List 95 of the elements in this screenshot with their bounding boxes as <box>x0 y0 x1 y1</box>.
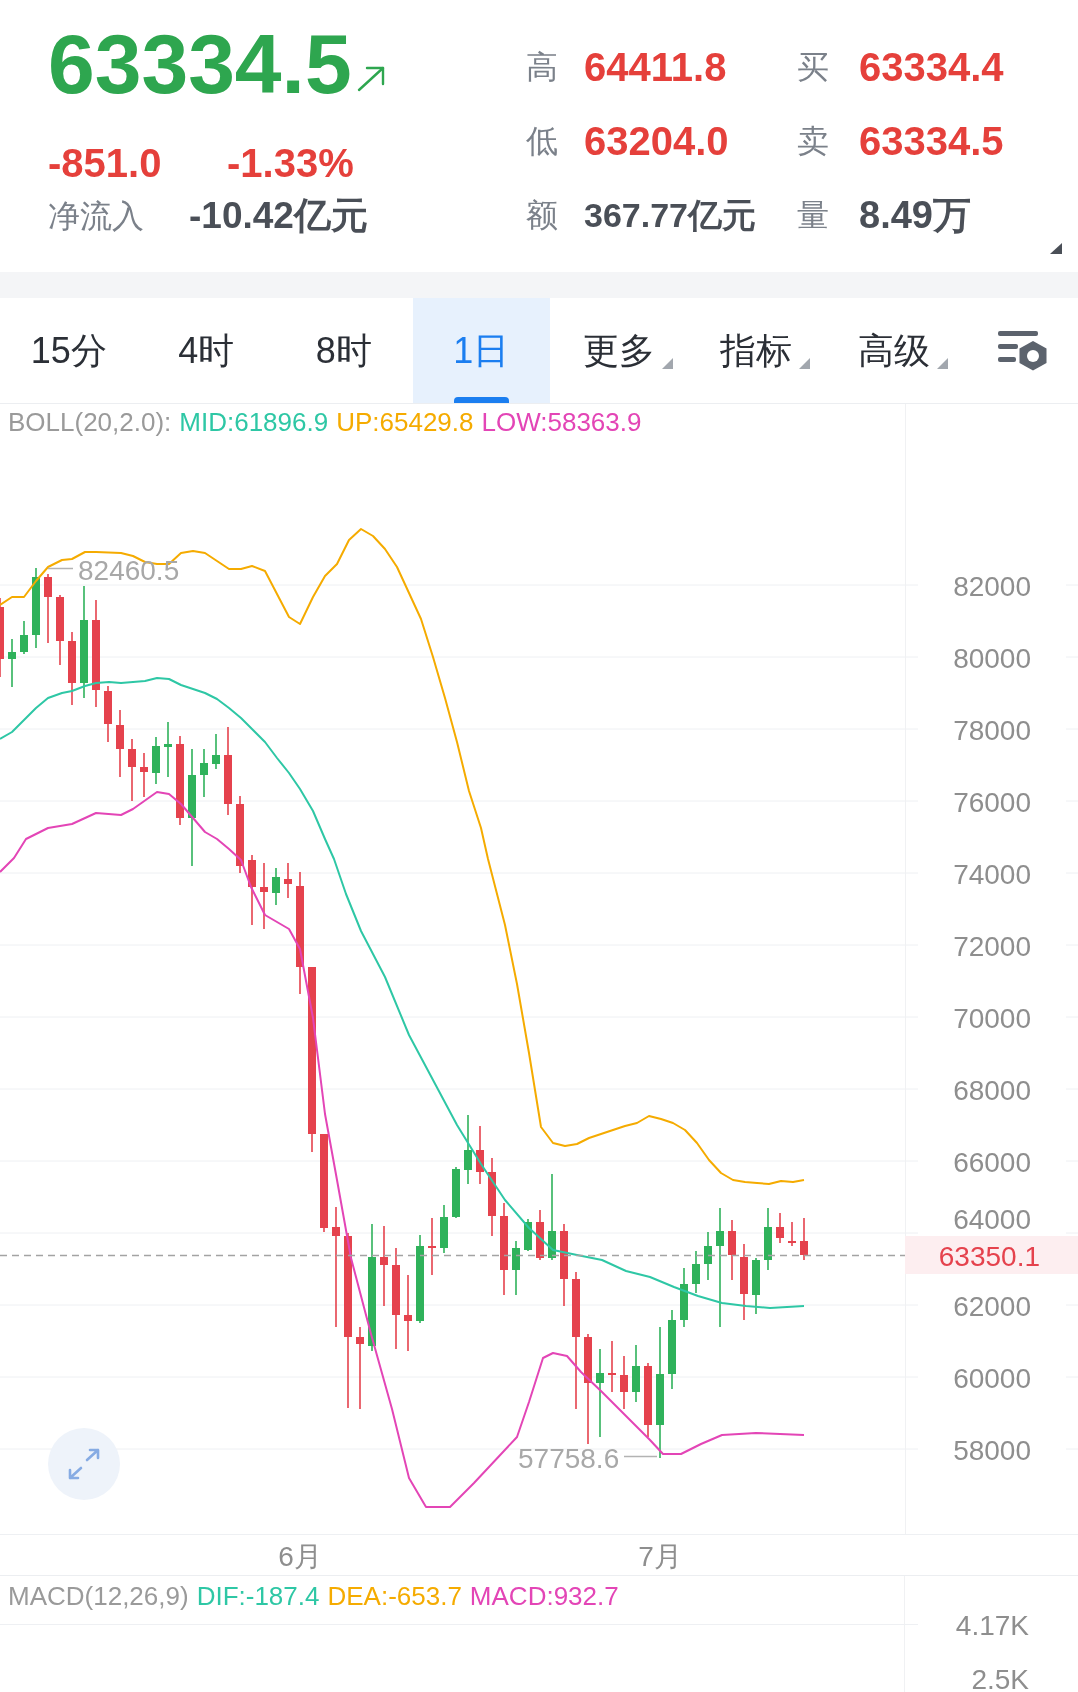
bullish-candle <box>8 638 16 688</box>
tab[interactable]: 指标 <box>687 298 825 403</box>
net-inflow-value: -10.42亿元 <box>189 196 368 236</box>
axis-label: 72000 <box>953 931 1031 962</box>
low-price-label: 57758.6 <box>518 1443 620 1474</box>
stat-value: 63334.5 <box>859 119 1004 163</box>
bearish-candle <box>788 1221 796 1247</box>
leader-line <box>623 1455 658 1458</box>
axis-label: 74000 <box>953 859 1031 890</box>
bullish-candle <box>692 1250 700 1294</box>
indicator-value: DEA:-653.7 <box>327 1581 462 1611</box>
bearish-candle <box>140 752 148 798</box>
stat-label: 量 <box>797 196 830 235</box>
axis-label: 62000 <box>953 1291 1031 1322</box>
stat-value: 63204.0 <box>584 119 730 163</box>
bullish-candle <box>20 620 28 655</box>
tab[interactable]: 更多 <box>550 298 688 403</box>
expand-icon <box>66 1447 102 1481</box>
axis-label: 68000 <box>953 1075 1031 1106</box>
stat-value: 64411.8 <box>584 45 728 89</box>
stat-label: 额 <box>526 196 559 235</box>
bullish-candle <box>272 867 280 906</box>
bearish-candle <box>128 738 136 802</box>
date-label: 7月 <box>638 1541 682 1572</box>
tab[interactable]: 15分 <box>0 298 138 403</box>
axis-label: 78000 <box>953 715 1031 746</box>
bullish-candle <box>764 1207 772 1271</box>
axis-label: 58000 <box>953 1435 1031 1466</box>
indicator-name: BOLL(20,2.0): <box>8 407 172 437</box>
indicator-value: UP:65429.8 <box>336 407 474 437</box>
tab[interactable]: 4时 <box>137 298 275 403</box>
bearish-candle <box>620 1355 628 1410</box>
bullish-candle <box>440 1204 448 1254</box>
high-price-label: 82460.5 <box>78 555 180 586</box>
bullish-candle <box>152 736 160 785</box>
caret-icon <box>799 357 811 369</box>
date-label: 6月 <box>278 1541 322 1572</box>
axis-label: 66000 <box>953 1147 1031 1178</box>
bearish-candle <box>104 685 112 743</box>
tab[interactable]: 8时 <box>275 298 413 403</box>
indicator-value: MACD:932.7 <box>469 1581 619 1611</box>
bearish-candle <box>116 709 124 778</box>
axis-label: 80000 <box>953 643 1031 674</box>
last-price-label: 63350.1 <box>938 1241 1040 1272</box>
tab[interactable]: 高级 <box>825 298 963 403</box>
stat-value: 367.77亿元 <box>584 195 757 236</box>
bullish-candle <box>464 1114 472 1185</box>
last-price: 63334.5 <box>48 23 352 105</box>
bullish-candle <box>164 721 172 778</box>
axis-label: 82000 <box>953 571 1031 602</box>
bullish-candle <box>524 1218 532 1252</box>
bullish-candle <box>680 1267 688 1328</box>
price-change: -851.0 <box>48 143 163 183</box>
bullish-candle <box>632 1344 640 1403</box>
bearish-candle <box>776 1212 784 1244</box>
stat-label: 卖 <box>797 122 830 161</box>
bearish-candle <box>536 1209 544 1261</box>
bearish-candle <box>728 1219 736 1281</box>
bullish-candle <box>200 748 208 798</box>
bearish-candle <box>428 1217 436 1276</box>
bullish-candle <box>704 1231 712 1281</box>
indicator-name: MACD(12,26,9) <box>8 1581 189 1611</box>
stat-value: 63334.4 <box>859 45 1004 89</box>
indicator-value: LOW:58363.9 <box>481 407 642 437</box>
axis-label: 2.5K <box>971 1668 1029 1692</box>
leader-line <box>47 567 74 570</box>
indicator-value: DIF:-187.4 <box>196 1581 320 1611</box>
bearish-candle <box>260 862 268 930</box>
bearish-candle <box>248 854 256 926</box>
bearish-candle <box>608 1340 616 1393</box>
bullish-candle <box>752 1257 760 1315</box>
axis-label: 64000 <box>953 1204 1031 1235</box>
bullish-candle <box>452 1166 460 1219</box>
axis-label: 70000 <box>953 1003 1031 1034</box>
bullish-candle <box>212 733 220 770</box>
caret-icon <box>936 357 948 369</box>
bearish-candle <box>476 1125 484 1185</box>
settings-icon[interactable] <box>998 330 1049 371</box>
bearish-candle <box>44 573 52 644</box>
indicator-value: MID:61896.9 <box>179 407 329 437</box>
bearish-candle <box>800 1217 808 1261</box>
stat-label: 买 <box>797 48 830 87</box>
axis-label: 4.17K <box>955 1614 1029 1638</box>
stat-label: 高 <box>526 48 559 87</box>
bullish-candle <box>512 1240 520 1296</box>
axis-label: 76000 <box>953 787 1031 818</box>
axis-label: 60000 <box>953 1363 1031 1394</box>
bearish-candle <box>56 594 64 666</box>
caret-icon <box>661 357 673 369</box>
stat-label: 低 <box>526 122 559 161</box>
corner-triangle-icon[interactable] <box>1050 243 1062 254</box>
percent-change: -1.33% <box>227 143 354 183</box>
net-inflow-label: 净流入 <box>48 197 145 236</box>
bearish-candle <box>284 862 292 899</box>
stat-value: 8.49万 <box>859 193 972 237</box>
